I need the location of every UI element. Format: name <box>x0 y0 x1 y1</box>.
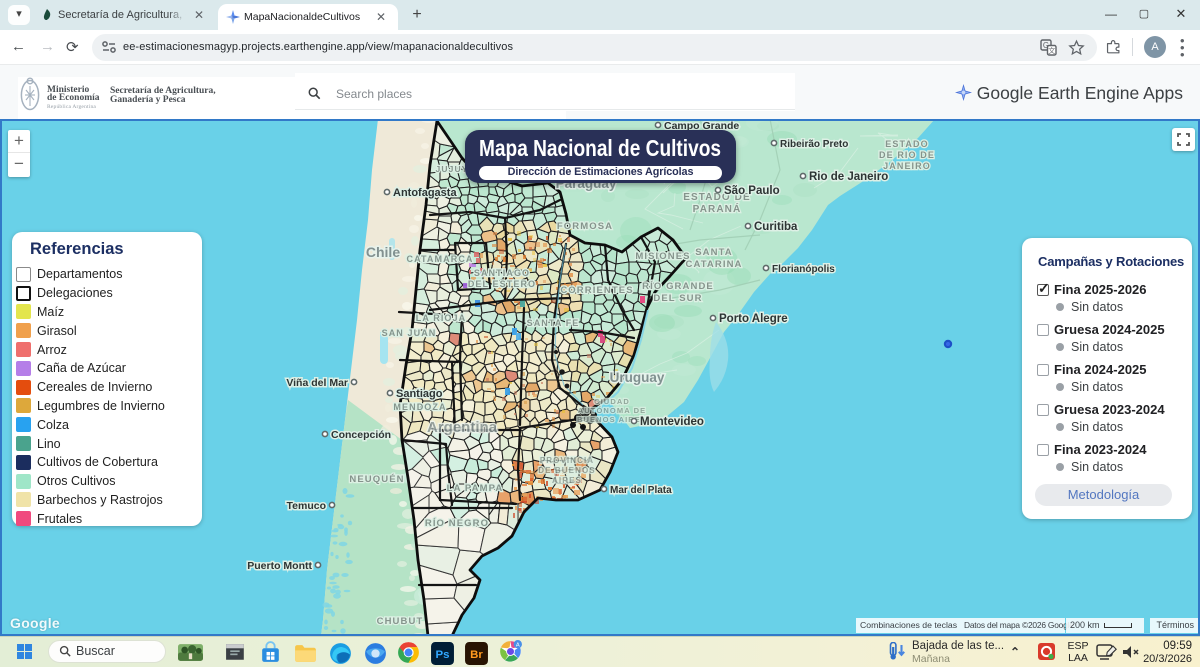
svg-text:Porto Alegre: Porto Alegre <box>719 313 788 325</box>
svg-text:Uruguay: Uruguay <box>610 370 665 385</box>
svg-text:ESTADO: ESTADO <box>885 139 928 149</box>
svg-text:CATAMARCA: CATAMARCA <box>406 254 473 264</box>
svg-text:CIUDAD: CIUDAD <box>594 397 630 406</box>
svg-text:Chile: Chile <box>366 244 400 260</box>
svg-text:JUJUY: JUJUY <box>436 164 469 174</box>
svg-text:JANEIRO: JANEIRO <box>883 161 931 171</box>
svg-text:RÍO GRANDE: RÍO GRANDE <box>642 281 714 292</box>
svg-text:Ribeirão Preto: Ribeirão Preto <box>780 139 848 150</box>
svg-text:Curitiba: Curitiba <box>754 221 798 233</box>
svg-text:MENDOZA: MENDOZA <box>393 402 446 412</box>
svg-text:CATARINA: CATARINA <box>686 259 743 270</box>
svg-text:CHUBUT: CHUBUT <box>377 616 424 627</box>
svg-text:SAN JUAN: SAN JUAN <box>382 328 437 338</box>
svg-text:AIRES: AIRES <box>552 476 582 485</box>
svg-text:Temuco: Temuco <box>287 500 326 512</box>
svg-text:Antofagasta: Antofagasta <box>393 187 457 199</box>
svg-text:Viña del Mar: Viña del Mar <box>286 377 348 389</box>
svg-text:RÍO NEGRO: RÍO NEGRO <box>425 518 489 529</box>
svg-text:SANTA FE: SANTA FE <box>527 318 580 328</box>
svg-text:LA RIOJA: LA RIOJA <box>416 313 466 323</box>
svg-text:PARANÁ: PARANÁ <box>693 202 742 215</box>
svg-text:Mapa Nacional de Cultivos: Mapa Nacional de Cultivos <box>479 135 721 161</box>
svg-text:Florianópolis: Florianópolis <box>772 264 835 275</box>
svg-text:Br: Br <box>470 649 483 661</box>
svg-text:DEL ESTERO: DEL ESTERO <box>468 279 536 289</box>
svg-text:São Paulo: São Paulo <box>724 185 780 197</box>
svg-text:Montevideo: Montevideo <box>640 416 704 428</box>
svg-text:Santiago: Santiago <box>396 388 443 400</box>
svg-text:SANTA: SANTA <box>695 247 733 258</box>
svg-text:AUTÓNOMA DE: AUTÓNOMA DE <box>578 406 647 415</box>
svg-text:PROVINCIA: PROVINCIA <box>540 456 594 465</box>
svg-text:DE RIO DE: DE RIO DE <box>879 150 935 160</box>
svg-text:Mar del Plata: Mar del Plata <box>610 485 672 496</box>
svg-text:A: A <box>516 642 520 648</box>
svg-text:CORRIENTES: CORRIENTES <box>560 285 633 296</box>
svg-text:Argentina: Argentina <box>427 419 498 436</box>
svg-text:DEL SUR: DEL SUR <box>653 293 702 304</box>
svg-text:Rio de Janeiro: Rio de Janeiro <box>809 171 888 183</box>
svg-text:文: 文 <box>1048 46 1055 55</box>
svg-text:Ps: Ps <box>436 649 450 661</box>
svg-text:FORMOSA: FORMOSA <box>557 221 613 232</box>
svg-text:NEUQUÉN: NEUQUÉN <box>349 474 404 485</box>
svg-text:DE BUENOS: DE BUENOS <box>538 466 595 475</box>
svg-text:SANTIAGO: SANTIAGO <box>474 268 530 278</box>
svg-text:Concepción: Concepción <box>331 429 391 441</box>
svg-text:MISIONES: MISIONES <box>635 251 690 262</box>
svg-text:LA PAMPA: LA PAMPA <box>447 483 504 494</box>
svg-text:Puerto Montt: Puerto Montt <box>247 560 312 572</box>
